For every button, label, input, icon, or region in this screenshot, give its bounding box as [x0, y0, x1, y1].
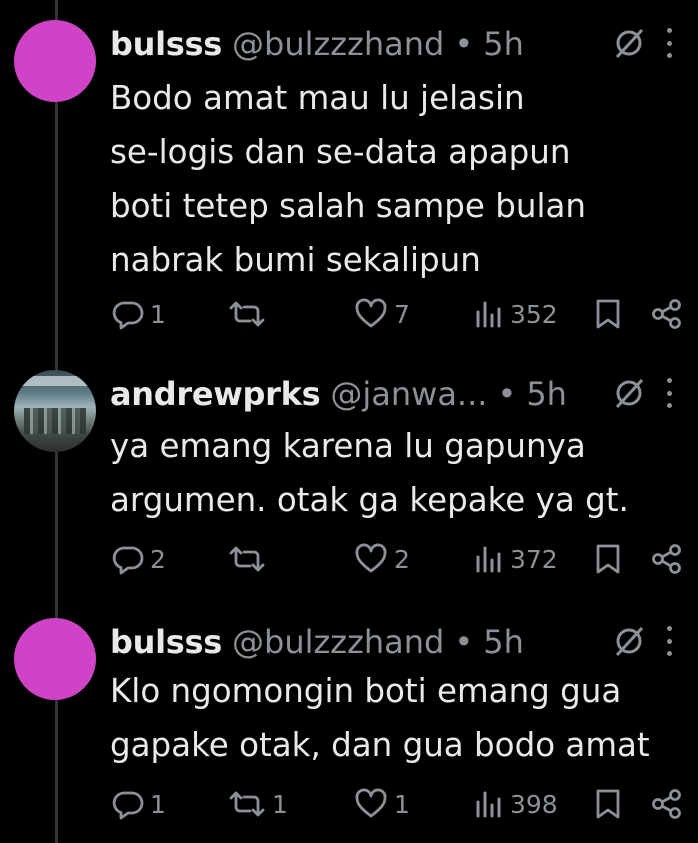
action-bar: 1 7 352: [0, 294, 698, 334]
views-button[interactable]: 352: [474, 294, 558, 334]
like-button[interactable]: 7: [354, 294, 410, 334]
mute-icon[interactable]: [612, 624, 646, 658]
repost-icon: [229, 546, 265, 572]
timestamp[interactable]: 5h: [483, 623, 524, 661]
user-handle[interactable]: @bulzzzhand: [232, 25, 444, 63]
tweet-text-line: se-logis dan se-data apapun: [110, 133, 571, 171]
share-icon: [652, 544, 681, 574]
repost-icon: [229, 301, 265, 327]
action-bar: 2 2 372: [0, 539, 698, 579]
avatar[interactable]: [14, 370, 96, 452]
views-count: 372: [510, 544, 558, 574]
tweet-text: Bodo amat mau lu jelasin se-logis dan se…: [110, 71, 680, 287]
repost-button[interactable]: [228, 294, 272, 334]
tweet[interactable]: andrewprks @janwa... • 5h ya emang karen…: [0, 340, 698, 600]
tweet[interactable]: bulsss @bulzzzhand • 5h Bodo amat mau lu…: [0, 0, 698, 340]
more-icon[interactable]: [664, 28, 674, 58]
timestamp[interactable]: 5h: [526, 375, 567, 413]
tweet-text-line: argumen. otak ga kepake ya gt.: [110, 481, 629, 519]
reply-count: 1: [150, 789, 166, 819]
views-button[interactable]: 398: [474, 784, 558, 824]
reply-button[interactable]: 1: [112, 294, 166, 334]
tweet-text-line: Klo ngomongin boti emang gua: [110, 672, 622, 710]
more-icon[interactable]: [664, 626, 674, 656]
tweet-text-line: boti tetep salah sampe bulan: [110, 187, 587, 225]
avatar[interactable]: [14, 618, 96, 700]
share-button[interactable]: [650, 539, 684, 579]
tweet-header: bulsss @bulzzzhand • 5h: [110, 620, 524, 664]
like-icon: [355, 788, 387, 818]
bookmark-icon: [596, 299, 620, 329]
reply-icon: [112, 546, 144, 575]
views-icon: [476, 546, 501, 573]
views-icon: [476, 301, 501, 328]
bookmark-icon: [596, 544, 620, 574]
avatar[interactable]: [14, 20, 96, 102]
tweet-text-line: ya emang karena lu gapunya: [110, 427, 586, 465]
like-button[interactable]: 2: [354, 539, 410, 579]
like-icon: [355, 298, 387, 328]
repost-button[interactable]: [228, 539, 272, 579]
reply-icon: [112, 791, 144, 820]
tweet-header: bulsss @bulzzzhand • 5h: [110, 22, 524, 66]
separator-dot: •: [454, 25, 474, 63]
like-count: 7: [394, 299, 410, 329]
display-name[interactable]: bulsss: [110, 25, 222, 63]
share-icon: [652, 299, 681, 329]
repost-count: 1: [272, 789, 288, 819]
tweet-header: andrewprks @janwa... • 5h: [110, 372, 567, 416]
bookmark-button[interactable]: [594, 294, 622, 334]
bookmark-button[interactable]: [594, 784, 622, 824]
more-icon[interactable]: [664, 378, 674, 408]
tweet[interactable]: bulsss @bulzzzhand • 5h Klo ngomongin bo…: [0, 600, 698, 843]
reply-count: 1: [150, 299, 166, 329]
bookmark-icon: [596, 789, 620, 819]
user-handle[interactable]: @janwa...: [330, 375, 487, 413]
like-count: 2: [394, 544, 410, 574]
timestamp[interactable]: 5h: [483, 25, 524, 63]
reply-button[interactable]: 1: [112, 784, 166, 824]
views-count: 352: [510, 299, 558, 329]
reply-button[interactable]: 2: [112, 539, 166, 579]
separator-dot: •: [497, 375, 517, 413]
display-name[interactable]: andrewprks: [110, 375, 321, 413]
separator-dot: •: [454, 623, 474, 661]
share-icon: [652, 789, 681, 819]
mute-icon[interactable]: [612, 376, 646, 410]
share-button[interactable]: [650, 294, 684, 334]
tweet-text-line: Bodo amat mau lu jelasin: [110, 79, 525, 117]
share-button[interactable]: [650, 784, 684, 824]
tweet-text: Klo ngomongin boti emang gua gapake otak…: [110, 664, 680, 772]
bookmark-button[interactable]: [594, 539, 622, 579]
views-icon: [476, 791, 501, 818]
views-count: 398: [510, 789, 558, 819]
like-button[interactable]: 1: [354, 784, 410, 824]
tweet-text-line: gapake otak, dan gua bodo amat: [110, 726, 650, 764]
user-handle[interactable]: @bulzzzhand: [232, 623, 444, 661]
reply-count: 2: [150, 544, 166, 574]
views-button[interactable]: 372: [474, 539, 558, 579]
display-name[interactable]: bulsss: [110, 623, 222, 661]
repost-button[interactable]: 1: [228, 784, 288, 824]
like-count: 1: [394, 789, 410, 819]
tweet-text: ya emang karena lu gapunya argumen. otak…: [110, 419, 680, 527]
tweet-text-line: nabrak bumi sekalipun: [110, 241, 481, 279]
reply-icon: [112, 301, 144, 330]
like-icon: [355, 543, 387, 573]
mute-icon[interactable]: [612, 26, 646, 60]
action-bar: 1 1 1 398: [0, 784, 698, 824]
repost-icon: [229, 791, 265, 817]
